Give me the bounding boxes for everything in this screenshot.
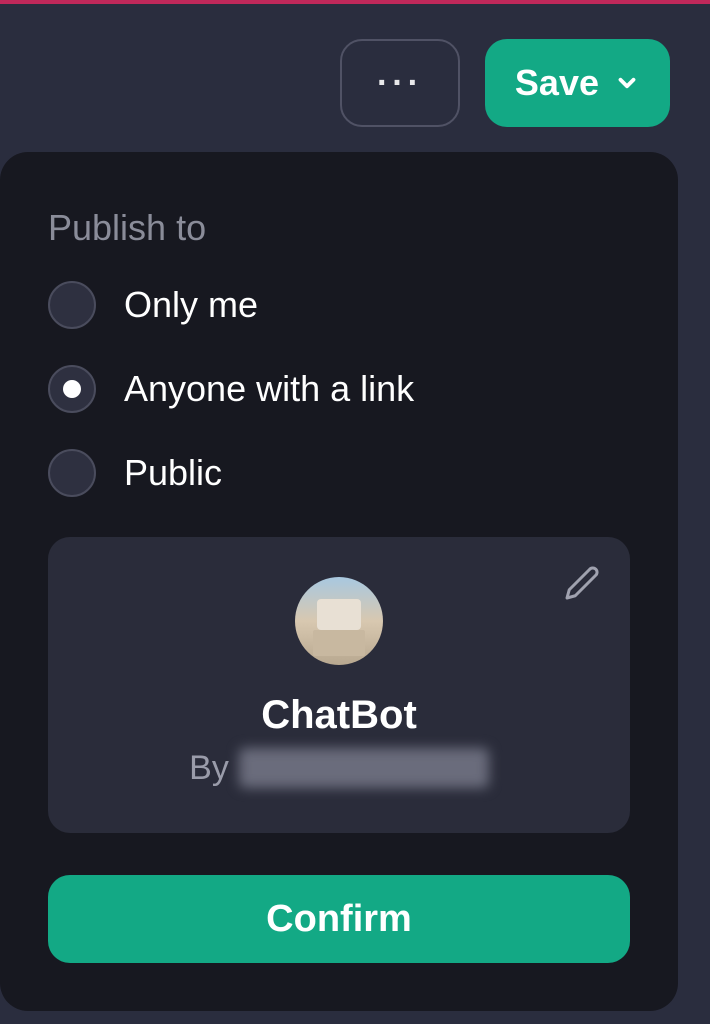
radio-label: Anyone with a link <box>124 368 414 410</box>
preview-card: ChatBot By <box>48 537 630 833</box>
confirm-button[interactable]: Confirm <box>48 875 630 963</box>
publish-title: Publish to <box>48 207 630 249</box>
publish-popup: Publish to Only me Anyone with a link Pu… <box>0 152 678 1011</box>
radio-circle <box>48 449 96 497</box>
pencil-icon <box>564 565 600 601</box>
chevron-down-icon <box>614 70 640 96</box>
edit-button[interactable] <box>564 565 600 606</box>
toolbar: ··· Save <box>0 4 710 127</box>
save-button-label: Save <box>515 62 599 104</box>
radio-dot-icon <box>63 380 81 398</box>
radio-circle-selected <box>48 365 96 413</box>
radio-option-only-me[interactable]: Only me <box>48 281 630 329</box>
confirm-button-label: Confirm <box>266 898 412 940</box>
author-line: By <box>189 748 489 788</box>
save-button[interactable]: Save <box>485 39 670 127</box>
author-name-redacted <box>239 748 489 788</box>
radio-option-anyone-link[interactable]: Anyone with a link <box>48 365 630 413</box>
publish-options-group: Only me Anyone with a link Public <box>48 281 630 497</box>
by-prefix: By <box>189 749 229 788</box>
more-icon: ··· <box>377 64 423 103</box>
avatar <box>295 577 383 665</box>
radio-label: Only me <box>124 284 258 326</box>
radio-circle <box>48 281 96 329</box>
radio-label: Public <box>124 452 222 494</box>
radio-option-public[interactable]: Public <box>48 449 630 497</box>
more-options-button[interactable]: ··· <box>340 39 460 127</box>
bot-name: ChatBot <box>261 693 417 738</box>
